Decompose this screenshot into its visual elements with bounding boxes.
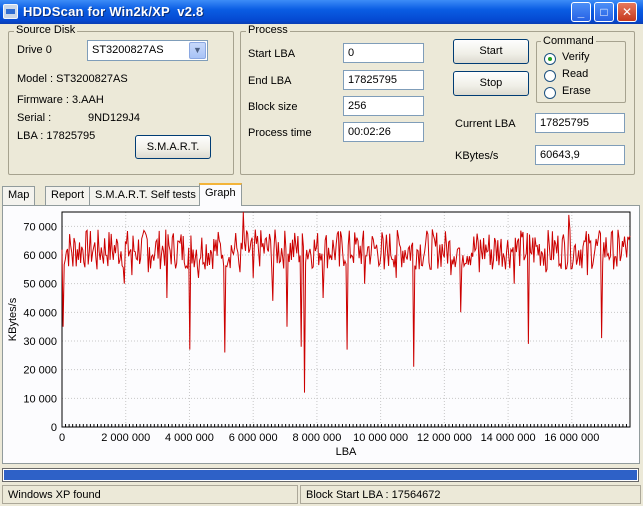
tab-report[interactable]: Report — [45, 186, 91, 205]
current-lba-label: Current LBA — [455, 118, 516, 130]
maximize-button[interactable]: □ — [594, 2, 614, 22]
status-right: Block Start LBA : 17564672 — [300, 485, 641, 504]
tab-graph[interactable]: Graph — [199, 183, 242, 206]
radio-read-indicator[interactable] — [544, 70, 556, 82]
model-text: Model : ST3200827AS — [17, 73, 128, 85]
app-icon — [3, 4, 18, 19]
x-tick-label: 10 000 000 — [353, 432, 408, 444]
status-left: Windows XP found — [2, 485, 298, 504]
x-axis-label: LBA — [336, 446, 357, 458]
radio-erase-label: Erase — [562, 85, 591, 97]
stop-button[interactable]: Stop — [453, 71, 529, 96]
x-tick-label: 14 000 000 — [481, 432, 536, 444]
firmware-text: Firmware : 3.AAH — [17, 94, 104, 106]
minimize-button[interactable]: _ — [571, 2, 591, 22]
speed-series-line — [61, 211, 631, 393]
drive-label: Drive 0 — [17, 44, 52, 56]
serial-value: 9ND129J4 — [88, 112, 140, 124]
x-tick-label: 2 000 000 — [101, 432, 150, 444]
process-time-label: Process time — [248, 127, 312, 139]
y-tick-label: 60 000 — [23, 250, 57, 262]
radio-verify[interactable]: Verify — [544, 51, 624, 67]
chevron-down-icon[interactable]: ▼ — [189, 42, 206, 59]
close-icon: ✕ — [621, 5, 633, 19]
lba-text: LBA : 17825795 — [17, 130, 96, 142]
maximize-icon: □ — [600, 5, 608, 19]
source-disk-label: Source Disk — [14, 24, 78, 36]
process-label: Process — [246, 24, 290, 36]
drive-select[interactable]: ST3200827AS ▼ — [87, 40, 208, 61]
y-tick-label: 40 000 — [23, 307, 57, 319]
y-tick-label: 10 000 — [23, 393, 57, 405]
radio-verify-label: Verify — [562, 51, 590, 63]
window-title: HDDScan for Win2k/XP v2.8 — [23, 4, 204, 19]
block-size-label: Block size — [248, 101, 298, 113]
current-lba-field: 17825795 — [535, 113, 625, 133]
start-lba-input[interactable]: 0 — [343, 43, 424, 63]
tab-map[interactable]: Map — [2, 186, 36, 205]
smart-button[interactable]: S.M.A.R.T. — [135, 135, 211, 159]
x-tick-label: 0 — [59, 432, 65, 444]
x-tick-label: 8 000 000 — [292, 432, 341, 444]
radio-read[interactable]: Read — [544, 68, 624, 84]
process-time-field: 00:02:26 — [343, 122, 424, 142]
command-label: Command — [541, 35, 596, 47]
speed-chart: 0 2 000 000 4 000 000 6 000 000 8 000 000 10 … — [7, 211, 631, 458]
kbytes-label: KBytes/s — [455, 150, 499, 162]
tab-smart-self-tests[interactable]: S.M.A.R.T. Self tests — [89, 186, 202, 205]
y-tick-label: 70 000 — [23, 221, 57, 233]
title-bar: HDDScan for Win2k/XP v2.8 _ □ ✕ — [0, 0, 643, 24]
y-tick-label: 50 000 — [23, 279, 57, 291]
start-button[interactable]: Start — [453, 39, 529, 64]
x-tick-label: 16 000 000 — [544, 432, 599, 444]
y-tick-label: 0 — [51, 422, 57, 434]
end-lba-label: End LBA — [248, 75, 292, 87]
x-tick-label: 6 000 000 — [229, 432, 278, 444]
kbytes-field: 60643,9 — [535, 145, 625, 165]
radio-read-label: Read — [562, 68, 589, 80]
radio-erase-indicator[interactable] — [544, 87, 556, 99]
minimize-icon: _ — [577, 5, 585, 19]
y-axis-ticks: 0 10 000 20 000 30 000 40 000 50 000 60 000 70 … — [23, 221, 57, 434]
close-button[interactable]: ✕ — [617, 2, 637, 22]
y-tick-label: 30 000 — [23, 336, 57, 348]
progress-bar — [2, 468, 639, 482]
x-tick-label: 4 000 000 — [165, 432, 214, 444]
progress-fill — [4, 470, 637, 480]
serial-label: Serial : — [17, 112, 52, 124]
radio-erase[interactable]: Erase — [544, 85, 624, 101]
start-lba-label: Start LBA — [248, 48, 296, 60]
graph-tab-panel: 0 2 000 000 4 000 000 6 000 000 8 000 000 10 … — [2, 205, 640, 464]
y-axis-label: KBytes/s — [7, 297, 19, 341]
end-lba-input[interactable]: 17825795 — [343, 70, 424, 90]
y-tick-label: 20 000 — [23, 365, 57, 377]
radio-verify-indicator[interactable] — [544, 53, 556, 65]
x-tick-label: 12 000 000 — [417, 432, 472, 444]
drive-select-value: ST3200827AS — [92, 44, 164, 56]
block-size-input[interactable]: 256 — [343, 96, 424, 116]
